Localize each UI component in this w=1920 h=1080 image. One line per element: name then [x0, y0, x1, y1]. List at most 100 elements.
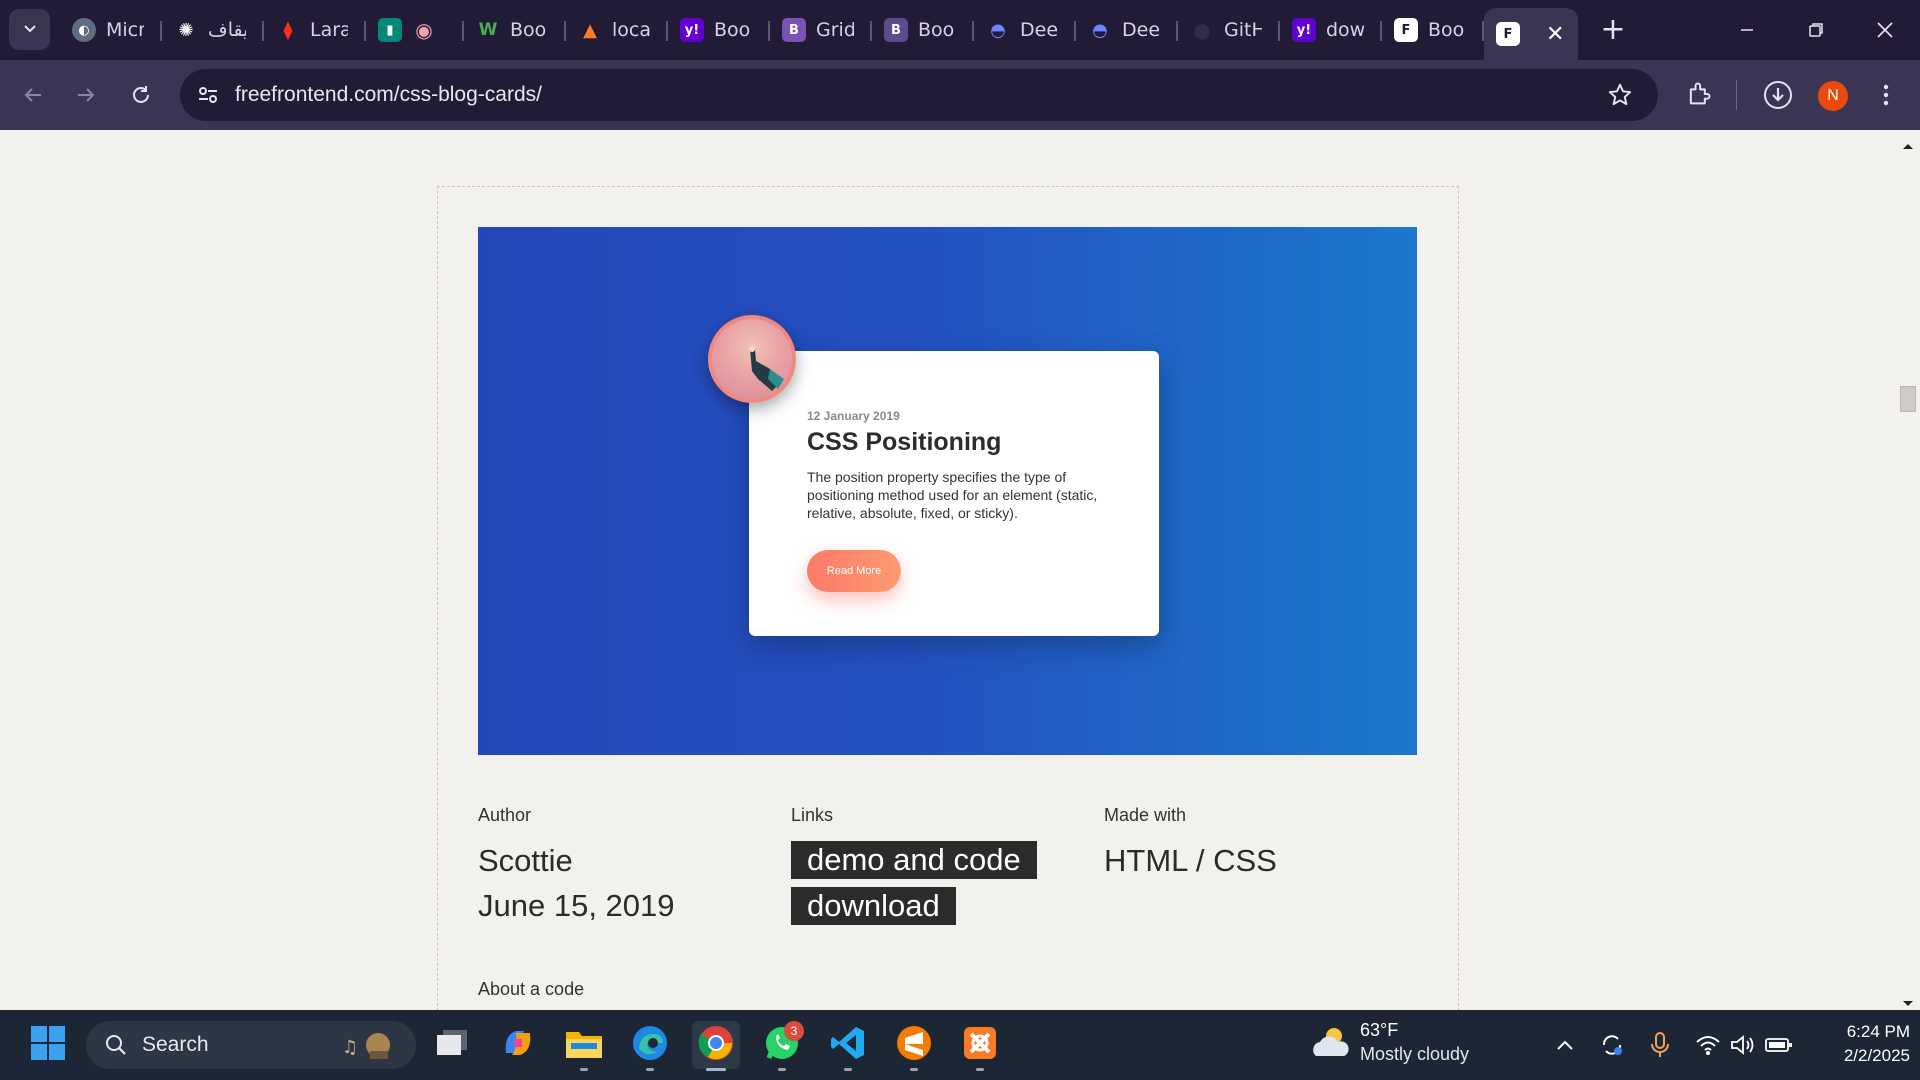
tab[interactable]: ⧫ Lara — [264, 8, 366, 52]
preview-image[interactable]: 12 January 2019 CSS Positioning The posi… — [478, 227, 1417, 755]
tab-label: Lara — [310, 19, 348, 41]
tab[interactable]: B Boo — [872, 8, 974, 52]
tab[interactable]: ▲ loca — [566, 8, 668, 52]
running-indicator — [580, 1068, 588, 1071]
menu-kebab-icon[interactable] — [1874, 82, 1898, 112]
tab[interactable]: W Boo — [464, 8, 566, 52]
minimize-button[interactable] — [1724, 10, 1770, 50]
back-button[interactable] — [15, 77, 51, 113]
taskbar-search[interactable]: Search ♫ — [86, 1021, 416, 1069]
tab-search-button[interactable] — [9, 9, 50, 50]
github-icon: ● — [1193, 18, 1211, 42]
w-logo-icon: W — [478, 20, 498, 40]
chrome-app[interactable] — [692, 1021, 740, 1071]
read-more-button[interactable]: Read More — [807, 550, 901, 592]
laravel-icon: ⧫ — [283, 19, 293, 41]
close-window-button[interactable] — [1862, 10, 1908, 50]
deepseek-icon: ◓ — [1092, 19, 1108, 41]
xampp-app[interactable] — [956, 1021, 1004, 1071]
weather-description: Mostly cloudy — [1360, 1044, 1470, 1064]
wifi-icon[interactable] — [1693, 1030, 1723, 1060]
forward-button[interactable] — [68, 77, 104, 113]
toolbar-divider — [1736, 80, 1737, 110]
tab[interactable]: y! dow — [1280, 8, 1382, 52]
scrollbar-thumb[interactable] — [1900, 386, 1916, 412]
address-bar[interactable]: freefrontend.com/css-blog-cards/ — [180, 69, 1658, 121]
running-indicator — [844, 1068, 852, 1071]
tab[interactable]: ✺ إيقاف — [162, 8, 264, 52]
tab-active[interactable]: F ✕ — [1484, 8, 1578, 60]
bookmark-star-icon[interactable] — [1607, 82, 1633, 112]
close-tab-icon[interactable]: ✕ — [1546, 22, 1564, 47]
about-code-label: About a code — [478, 979, 585, 999]
show-hidden-icons-button[interactable] — [1550, 1030, 1580, 1060]
scrollbar[interactable] — [1896, 130, 1920, 1010]
clock-date: 2/2/2025 — [1843, 1046, 1910, 1065]
windows-logo-icon — [30, 1025, 66, 1065]
tab[interactable]: ◓ Dee — [1076, 8, 1178, 52]
links-label: Links — [791, 805, 834, 825]
sync-icon[interactable] — [1597, 1030, 1627, 1060]
record-icon: ◉ — [415, 18, 433, 42]
tab-label: Boo — [918, 19, 955, 41]
running-indicator — [646, 1068, 654, 1071]
freefrontend-icon: F — [1394, 18, 1418, 42]
edge-app[interactable] — [626, 1021, 674, 1071]
tab-label: Micr — [106, 19, 144, 41]
vscode-app[interactable] — [824, 1021, 872, 1071]
clock[interactable]: 6:24 PM 2/2/2025 — [1810, 1020, 1910, 1068]
running-indicator — [778, 1068, 786, 1071]
url-text[interactable]: freefrontend.com/css-blog-cards/ — [235, 83, 542, 107]
running-indicator — [706, 1068, 726, 1071]
tab-list: ◐ Micr ✺ إيقاف ⧫ Lara ▮ ◉ W Boo ▲ loca y… — [60, 8, 1578, 60]
chrome-icon — [697, 1024, 735, 1066]
new-tab-button[interactable]: + — [1596, 12, 1630, 47]
copilot-icon — [500, 1025, 536, 1065]
clock-time: 6:24 PM — [1846, 1022, 1910, 1041]
publish-date: June 15, 2019 — [478, 888, 675, 923]
battery-icon[interactable] — [1764, 1030, 1794, 1060]
bootstrap-icon: B — [884, 18, 908, 42]
tab-label: loca — [612, 19, 650, 41]
deepseek-icon: ◓ — [990, 19, 1006, 41]
made-with-label: Made with — [1104, 805, 1187, 825]
profile-avatar[interactable]: N — [1818, 81, 1848, 111]
tab[interactable]: ◓ Dee — [974, 8, 1076, 52]
file-explorer-app[interactable] — [560, 1021, 608, 1071]
bootstrap-icon: B — [782, 18, 806, 42]
taskbar: Search ♫ 3 63°F Mostly cloudy 6:24 PM 2/… — [0, 1010, 1920, 1080]
blog-thumbnail-image — [708, 315, 796, 403]
download-icon[interactable] — [1762, 79, 1794, 115]
sublime-app[interactable] — [890, 1021, 938, 1071]
running-indicator — [976, 1068, 984, 1071]
scroll-down-icon[interactable] — [1901, 994, 1915, 1010]
tab-label: إيقاف — [208, 19, 246, 41]
tab[interactable]: y! Boo — [668, 8, 770, 52]
blog-date: 12 January 2019 — [807, 409, 900, 423]
site-info-icon[interactable] — [196, 83, 220, 111]
scroll-up-icon[interactable] — [1901, 136, 1915, 155]
tab[interactable]: B Grid — [770, 8, 872, 52]
demo-and-code-link[interactable]: demo and code — [791, 841, 1037, 879]
reload-button[interactable] — [123, 77, 159, 113]
tab-label: GitH — [1224, 19, 1262, 41]
globe-icon: ◐ — [72, 18, 96, 42]
download-link[interactable]: download — [791, 887, 956, 925]
microphone-icon[interactable] — [1645, 1030, 1675, 1060]
volume-icon[interactable] — [1728, 1030, 1758, 1060]
tab[interactable]: ▮ ◉ — [366, 8, 464, 52]
yahoo-icon: y! — [1292, 18, 1316, 42]
restore-button[interactable] — [1793, 10, 1839, 50]
task-view-button[interactable] — [428, 1021, 476, 1069]
tab[interactable]: ◐ Micr — [60, 8, 162, 52]
whatsapp-app[interactable]: 3 — [758, 1021, 806, 1071]
chatgpt-icon: ✺ — [178, 19, 194, 41]
blog-card: 12 January 2019 CSS Positioning The posi… — [749, 351, 1159, 636]
svg-text:♫: ♫ — [342, 1037, 358, 1058]
running-indicator — [910, 1068, 918, 1071]
start-button[interactable] — [24, 1021, 72, 1069]
extensions-icon[interactable] — [1685, 80, 1713, 112]
tab[interactable]: F Boo — [1382, 8, 1484, 52]
copilot-app[interactable] — [494, 1021, 542, 1069]
tab[interactable]: ● GitH — [1178, 8, 1280, 52]
